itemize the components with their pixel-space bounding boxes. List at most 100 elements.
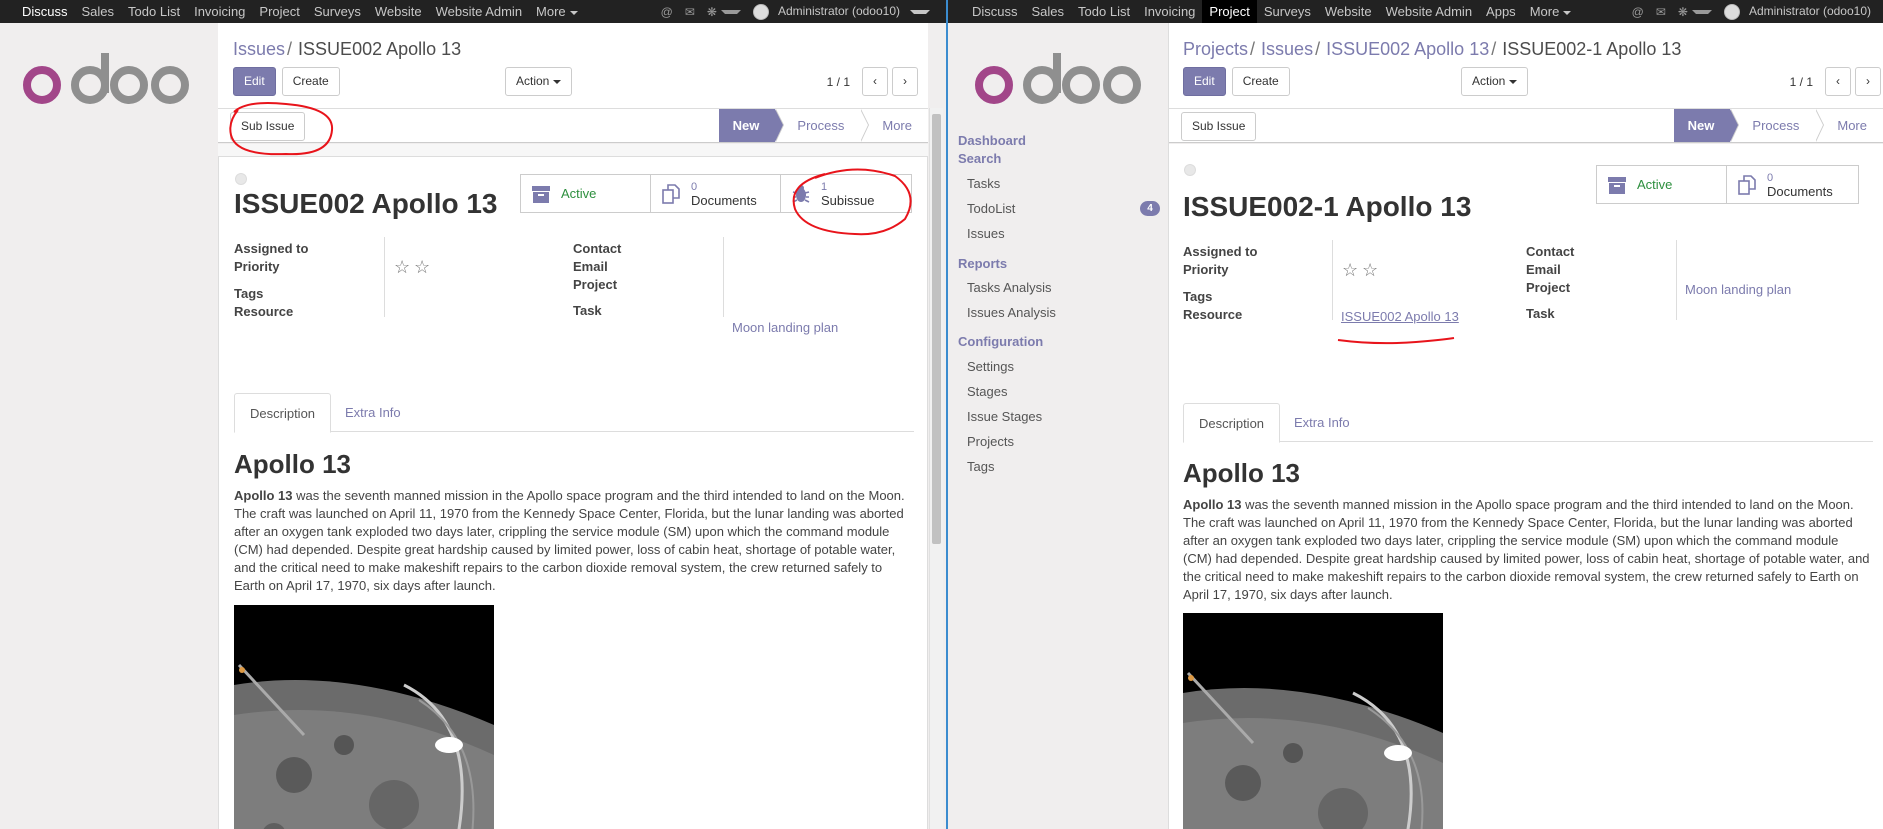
edit-button[interactable]: Edit [233,67,276,96]
pager-previous-button[interactable]: ‹ [862,67,888,96]
menu-section-search[interactable]: Search [958,151,1001,166]
user-name: Administrator (odoo10) [1748,3,1871,18]
tab-extra-info[interactable]: Extra Info [1279,403,1365,443]
priority-star-icon[interactable]: ☆ [414,258,430,276]
documents-button[interactable]: 0 Documents [651,175,781,212]
menu-sales[interactable]: Sales [1025,0,1072,23]
description-text: Apollo 13 was the seventh manned mission… [1183,497,1870,602]
menu-dashboard[interactable]: Dashboard [958,133,1026,148]
project-link[interactable]: Moon landing plan [732,320,838,335]
sidebar-item-settings[interactable]: Settings [967,359,1014,374]
sidebar-item-todolist[interactable]: TodoList [967,201,1015,216]
pager-previous-button[interactable]: ‹ [1825,67,1851,96]
action-button[interactable]: Action [505,67,573,96]
pager: 1 / 1 ‹ › [827,67,918,96]
priority-star-icon[interactable]: ☆ [394,258,410,276]
documents-button[interactable]: 0 Documents [1727,166,1857,203]
menu-website[interactable]: Website [368,0,429,23]
odoo-logo[interactable] [22,51,192,107]
menu-website-admin[interactable]: Website Admin [429,0,529,23]
tab-extra-info[interactable]: Extra Info [330,393,416,433]
menu-sales[interactable]: Sales [75,0,122,23]
field-label-tags: Tags [234,286,264,301]
menu-surveys[interactable]: Surveys [1257,0,1318,23]
active-toggle-button[interactable]: Active [521,175,651,212]
sidebar [0,23,217,829]
pager-next-button[interactable]: › [892,67,918,96]
sidebar-item-tags[interactable]: Tags [967,459,994,474]
form-sheet: Active 0 Documents ISSUE002-1 Apollo 13 A… [1169,144,1883,829]
edit-button[interactable]: Edit [1183,67,1226,96]
sidebar-item-issue-stages[interactable]: Issue Stages [967,409,1042,424]
menu-website-admin[interactable]: Website Admin [1379,0,1479,23]
stage-new[interactable]: New [1673,109,1740,142]
breadcrumb-issues[interactable]: Issues [233,39,285,59]
menu-project[interactable]: Project [1202,0,1257,23]
menu-todo-list[interactable]: Todo List [1071,0,1137,23]
menu-more[interactable]: More [529,0,585,23]
create-button[interactable]: Create [281,67,340,96]
active-toggle-button[interactable]: Active [1597,166,1727,203]
user-menu[interactable]: Administrator (odoo10) [1718,3,1883,20]
left-window: Discuss Sales Todo List Invoicing Projec… [0,0,946,829]
sidebar-item-stages[interactable]: Stages [967,384,1007,399]
menu-section-reports[interactable]: Reports [958,256,1007,271]
files-icon [662,183,680,204]
menu-invoicing[interactable]: Invoicing [1137,0,1202,23]
pager-value[interactable]: 1 / 1 [1790,75,1813,89]
chat-icon[interactable]: ✉ [1650,5,1672,19]
menu-project[interactable]: Project [252,0,306,23]
bug-icon[interactable]: ❋ [701,5,747,19]
user-menu[interactable]: Administrator (odoo10) [747,3,936,20]
menu-more[interactable]: More [1523,0,1579,23]
action-button[interactable]: Action [1461,67,1529,96]
resource-link[interactable]: ISSUE002 Apollo 13 [1341,309,1459,324]
create-button[interactable]: Create [1231,67,1290,96]
record-title: ISSUE002 Apollo 13 [234,188,498,219]
bug-icon[interactable]: ❋ [1672,5,1718,19]
odoo-logo[interactable] [974,51,1144,107]
stage-new[interactable]: New [718,109,785,142]
scrollbar-thumb[interactable] [932,114,941,544]
field-divider [384,237,385,317]
at-icon[interactable]: @ [1626,5,1650,19]
breadcrumb-issues[interactable]: Issues [1261,39,1313,59]
stage-process[interactable]: Process [775,109,870,142]
subissue-button[interactable]: 1 Subissue [781,175,911,212]
menu-section-configuration[interactable]: Configuration [958,334,1043,349]
menu-website[interactable]: Website [1318,0,1379,23]
menu-discuss[interactable]: Discuss [0,0,75,23]
project-link[interactable]: Moon landing plan [1685,282,1791,297]
field-label-assigned-to: Assigned to [1183,244,1258,259]
tab-description[interactable]: Description [1183,403,1281,443]
menu-todo-list[interactable]: Todo List [121,0,187,23]
stage-more[interactable]: More [1815,109,1883,142]
menu-invoicing[interactable]: Invoicing [187,0,252,23]
sidebar-item-issues[interactable]: Issues [967,226,1005,241]
priority-star-icon[interactable]: ☆ [1342,261,1358,279]
sub-issue-button[interactable]: Sub Issue [1181,112,1257,141]
sidebar-item-issues-analysis[interactable]: Issues Analysis [967,305,1056,320]
sub-issue-button[interactable]: Sub Issue [230,112,306,141]
pager-value[interactable]: 1 / 1 [827,75,850,89]
form-sheet: Active 0 Documents 1 Subissue ISSUE002 Apo… [218,156,928,829]
stage-more[interactable]: More [860,109,928,142]
pager-next-button[interactable]: › [1855,67,1881,96]
kanban-state-icon[interactable] [235,173,247,185]
at-icon[interactable]: @ [655,5,679,19]
breadcrumb-parent-issue[interactable]: ISSUE002 Apollo 13 [1326,39,1489,59]
breadcrumb-projects[interactable]: Projects [1183,39,1248,59]
menu-apps[interactable]: Apps [1479,0,1523,23]
sidebar-item-tasks-analysis[interactable]: Tasks Analysis [967,280,1052,295]
vertical-scrollbar[interactable] [929,108,943,829]
kanban-state-icon[interactable] [1184,164,1196,176]
sidebar-item-projects[interactable]: Projects [967,434,1014,449]
record-title: ISSUE002-1 Apollo 13 [1183,191,1472,222]
chat-icon[interactable]: ✉ [679,5,701,19]
stage-process[interactable]: Process [1730,109,1825,142]
priority-star-icon[interactable]: ☆ [1362,261,1378,279]
tab-description[interactable]: Description [234,393,332,433]
menu-discuss[interactable]: Discuss [948,0,1025,23]
menu-surveys[interactable]: Surveys [307,0,368,23]
sidebar-item-tasks[interactable]: Tasks [967,176,1000,191]
